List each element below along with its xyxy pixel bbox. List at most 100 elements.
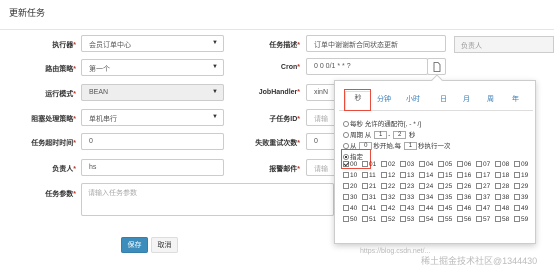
second-checkbox-14[interactable]: 14 [419, 172, 433, 179]
tab-minute[interactable]: 分钟 [377, 94, 391, 104]
checkbox-box[interactable] [514, 205, 520, 212]
second-checkbox-36[interactable]: 36 [457, 194, 471, 201]
checkbox-box[interactable] [419, 194, 425, 201]
route-select[interactable]: 第一个 ▼ [81, 59, 224, 76]
second-checkbox-55[interactable]: 55 [438, 216, 452, 223]
checkbox-box[interactable] [476, 216, 482, 223]
checkbox-box[interactable] [419, 161, 425, 168]
second-checkbox-21[interactable]: 21 [362, 183, 376, 190]
checkbox-box[interactable] [476, 172, 482, 179]
checkbox-box[interactable] [400, 205, 406, 212]
checkbox-box[interactable] [457, 161, 463, 168]
checkbox-box[interactable] [514, 161, 520, 168]
checkbox-box[interactable] [362, 205, 368, 212]
second-checkbox-24[interactable]: 24 [419, 183, 433, 190]
second-checkbox-58[interactable]: 58 [495, 216, 509, 223]
checkbox-box[interactable] [457, 172, 463, 179]
cycle-from-input[interactable]: 1 [374, 131, 388, 140]
checkbox-box[interactable] [438, 216, 444, 223]
second-checkbox-47[interactable]: 47 [476, 205, 490, 212]
cron-input[interactable]: 0 0 0/1 * * ? [306, 58, 428, 75]
checkbox-box[interactable] [419, 216, 425, 223]
checkbox-box[interactable] [343, 172, 349, 179]
second-checkbox-59[interactable]: 59 [514, 216, 528, 223]
tab-day[interactable]: 日 [440, 94, 447, 104]
checkbox-box[interactable] [343, 205, 349, 212]
checkbox-box[interactable] [495, 183, 501, 190]
second-checkbox-01[interactable]: 01 [362, 161, 376, 168]
checkbox-box[interactable] [400, 161, 406, 168]
radio-cycle[interactable] [343, 132, 349, 139]
block-strategy-select[interactable]: 单机串行 ▼ [81, 109, 224, 126]
checkbox-box[interactable] [381, 205, 387, 212]
second-checkbox-05[interactable]: 05 [438, 161, 452, 168]
second-checkbox-31[interactable]: 31 [362, 194, 376, 201]
second-checkbox-39[interactable]: 39 [514, 194, 528, 201]
checkbox-box[interactable] [381, 183, 387, 190]
tab-hour[interactable]: 小时 [406, 94, 420, 104]
second-checkbox-38[interactable]: 38 [495, 194, 509, 201]
second-checkbox-34[interactable]: 34 [419, 194, 433, 201]
tab-year[interactable]: 年 [512, 94, 519, 104]
checkbox-box[interactable] [343, 161, 349, 168]
second-checkbox-08[interactable]: 08 [495, 161, 509, 168]
second-checkbox-41[interactable]: 41 [362, 205, 376, 212]
checkbox-box[interactable] [362, 161, 368, 168]
second-checkbox-43[interactable]: 43 [400, 205, 414, 212]
checkbox-box[interactable] [419, 205, 425, 212]
second-checkbox-18[interactable]: 18 [495, 172, 509, 179]
second-checkbox-40[interactable]: 40 [343, 205, 357, 212]
second-checkbox-29[interactable]: 29 [514, 183, 528, 190]
second-checkbox-10[interactable]: 10 [343, 172, 357, 179]
checkbox-box[interactable] [381, 172, 387, 179]
checkbox-box[interactable] [495, 172, 501, 179]
checkbox-box[interactable] [495, 205, 501, 212]
checkbox-box[interactable] [381, 161, 387, 168]
second-checkbox-30[interactable]: 30 [343, 194, 357, 201]
second-checkbox-49[interactable]: 49 [514, 205, 528, 212]
checkbox-box[interactable] [438, 205, 444, 212]
cancel-button[interactable]: 取消 [151, 237, 178, 253]
second-checkbox-35[interactable]: 35 [438, 194, 452, 201]
second-checkbox-50[interactable]: 50 [343, 216, 357, 223]
second-checkbox-19[interactable]: 19 [514, 172, 528, 179]
second-checkbox-27[interactable]: 27 [476, 183, 490, 190]
second-checkbox-25[interactable]: 25 [438, 183, 452, 190]
second-checkbox-42[interactable]: 42 [381, 205, 395, 212]
checkbox-box[interactable] [362, 183, 368, 190]
option-cycle[interactable]: 周期 从 1- 2 秒 [343, 129, 415, 140]
checkbox-box[interactable] [514, 194, 520, 201]
second-checkbox-15[interactable]: 15 [438, 172, 452, 179]
second-checkbox-32[interactable]: 32 [381, 194, 395, 201]
checkbox-box[interactable] [438, 183, 444, 190]
checkbox-box[interactable] [438, 194, 444, 201]
save-button[interactable]: 保存 [121, 237, 148, 253]
checkbox-box[interactable] [495, 216, 501, 223]
second-checkbox-12[interactable]: 12 [381, 172, 395, 179]
second-checkbox-22[interactable]: 22 [381, 183, 395, 190]
checkbox-box[interactable] [381, 216, 387, 223]
checkbox-box[interactable] [400, 216, 406, 223]
second-checkbox-07[interactable]: 07 [476, 161, 490, 168]
params-textarea[interactable]: 请输入任务参数 [81, 183, 334, 216]
second-checkbox-26[interactable]: 26 [457, 183, 471, 190]
checkbox-box[interactable] [343, 183, 349, 190]
checkbox-box[interactable] [362, 216, 368, 223]
checkbox-box[interactable] [438, 172, 444, 179]
checkbox-box[interactable] [476, 183, 482, 190]
option-every-second[interactable]: 每秒 允许的通配符[, - * /] [343, 118, 421, 128]
checkbox-box[interactable] [381, 194, 387, 201]
second-checkbox-53[interactable]: 53 [400, 216, 414, 223]
second-checkbox-44[interactable]: 44 [419, 205, 433, 212]
second-checkbox-57[interactable]: 57 [476, 216, 490, 223]
tab-month[interactable]: 月 [463, 94, 470, 104]
second-checkbox-11[interactable]: 11 [362, 172, 376, 179]
second-checkbox-17[interactable]: 17 [476, 172, 490, 179]
checkbox-box[interactable] [457, 183, 463, 190]
executor-select[interactable]: 会员订单中心 ▼ [81, 35, 224, 52]
checkbox-box[interactable] [476, 161, 482, 168]
checkbox-box[interactable] [457, 194, 463, 201]
second-checkbox-54[interactable]: 54 [419, 216, 433, 223]
checkbox-box[interactable] [514, 183, 520, 190]
checkbox-box[interactable] [400, 194, 406, 201]
